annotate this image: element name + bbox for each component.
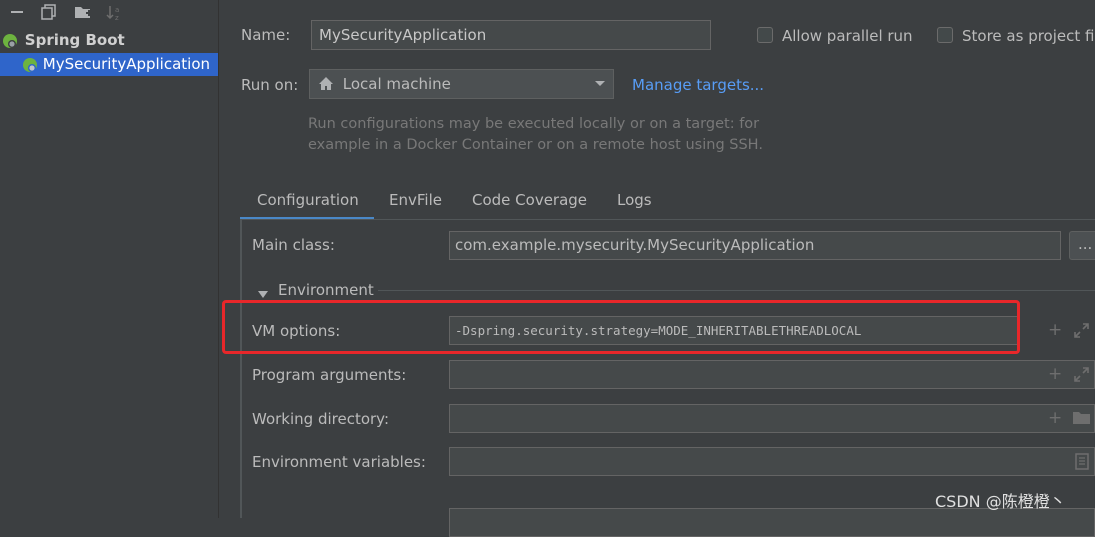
tab-content-border — [240, 220, 242, 518]
spring-boot-icon — [2, 33, 18, 49]
tab-configuration[interactable]: Configuration — [240, 186, 374, 220]
watermark: CSDN @陈橙橙丶 — [935, 492, 1066, 511]
tree-item-mysecurityapplication[interactable]: MySecurityApplication — [0, 53, 218, 76]
main-class-label: Main class: — [252, 236, 335, 254]
environment-section-label: Environment — [278, 281, 374, 299]
name-input[interactable]: MySecurityApplication — [311, 20, 711, 50]
main-class-input[interactable]: com.example.mysecurity.MySecurityApplica… — [449, 231, 1061, 260]
environment-divider — [378, 290, 1095, 291]
tree-group-spring-boot[interactable]: Spring Boot — [0, 29, 218, 52]
folder-icon[interactable] — [1072, 410, 1092, 430]
plus-icon[interactable]: + — [1048, 410, 1062, 427]
tabs-divider — [240, 219, 1095, 220]
highlight-box — [222, 300, 1020, 354]
next-input-partial[interactable] — [449, 508, 1095, 537]
svg-text:a: a — [115, 6, 119, 14]
plus-icon[interactable]: + — [1048, 322, 1062, 339]
tab-logs[interactable]: Logs — [617, 186, 652, 220]
store-as-project-checkbox[interactable] — [937, 27, 953, 43]
run-on-hint-line1: Run configurations may be executed local… — [308, 116, 760, 132]
allow-parallel-run-checkbox[interactable] — [757, 27, 773, 43]
sort-icon[interactable]: az — [106, 4, 122, 22]
chevron-down-icon — [595, 70, 605, 98]
edit-list-icon[interactable] — [1075, 453, 1089, 474]
run-on-value: Local machine — [342, 75, 451, 93]
minus-icon[interactable] — [9, 4, 25, 20]
working-directory-input[interactable] — [449, 404, 1095, 433]
tab-code-coverage[interactable]: Code Coverage — [472, 186, 587, 220]
allow-parallel-run-label: Allow parallel run — [782, 27, 913, 45]
tree-group-label: Spring Boot — [24, 31, 125, 49]
working-directory-label: Working directory: — [252, 410, 390, 428]
spring-boot-app-icon — [22, 57, 38, 73]
tab-envfile[interactable]: EnvFile — [389, 186, 442, 220]
tree-item-label: MySecurityApplication — [42, 55, 211, 73]
manage-targets-link[interactable]: Manage targets... — [632, 76, 764, 94]
expand-icon[interactable] — [1073, 366, 1090, 387]
folder-add-icon[interactable] — [74, 4, 92, 20]
plus-icon[interactable]: + — [1048, 366, 1062, 383]
name-label: Name: — [241, 26, 291, 44]
run-on-label: Run on: — [241, 76, 299, 94]
environment-variables-label: Environment variables: — [252, 453, 426, 471]
svg-text:z: z — [115, 14, 119, 22]
home-icon — [318, 72, 334, 98]
run-config-tree-panel: az Spring Boot MySecurityApplication — [0, 0, 219, 518]
expand-icon[interactable] — [1073, 322, 1090, 343]
store-as-project-label: Store as project fil — [962, 27, 1095, 45]
browse-button[interactable]: ... — [1069, 231, 1095, 260]
run-on-dropdown[interactable]: Local machine — [309, 69, 614, 99]
copy-icon[interactable] — [41, 4, 57, 20]
run-on-hint-line2: example in a Docker Container or on a re… — [308, 137, 763, 153]
program-arguments-label: Program arguments: — [252, 366, 407, 384]
program-arguments-input[interactable] — [449, 360, 1095, 389]
environment-variables-input[interactable] — [449, 447, 1095, 476]
